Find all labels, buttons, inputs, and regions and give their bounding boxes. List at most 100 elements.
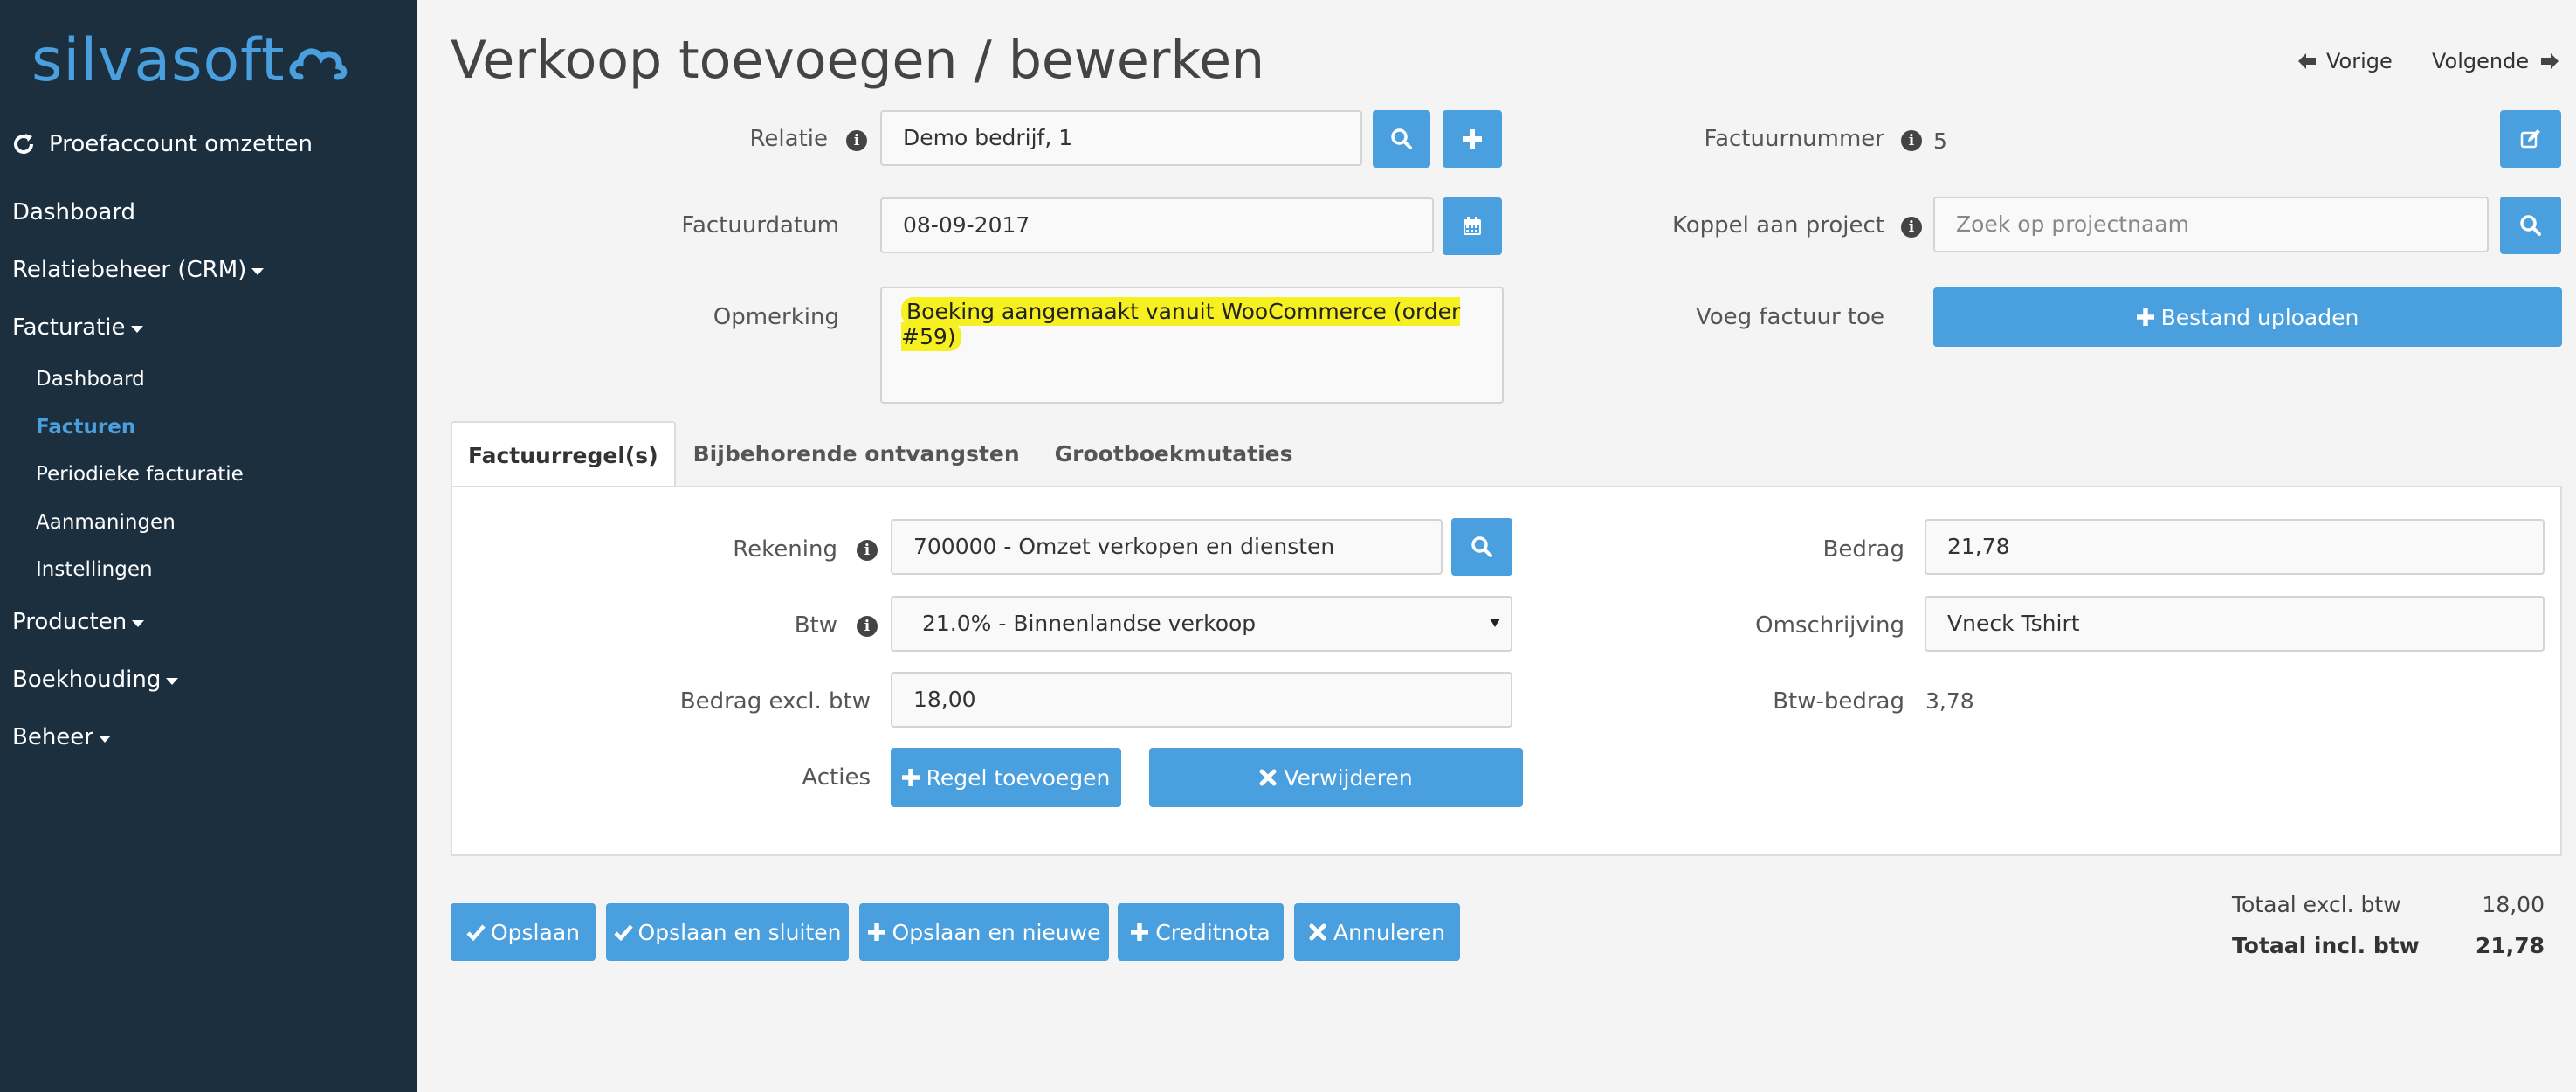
nav-beheer[interactable]: Beheer [12, 724, 111, 750]
creditnota-button[interactable]: Creditnota [1118, 903, 1284, 961]
convert-trial-link[interactable]: Proefaccount omzetten [10, 131, 313, 157]
save-close-button[interactable]: Opslaan en sluiten [606, 903, 849, 961]
omschrijving-label: Omschrijving [1755, 612, 1904, 639]
upload-label: Voeg factuur toe [1695, 304, 1884, 330]
subnav-dashboard[interactable]: Dashboard [36, 368, 145, 390]
info-icon[interactable]: i [1901, 217, 1922, 238]
rekening-search-button[interactable] [1451, 518, 1512, 576]
arrow-left-icon [2298, 53, 2316, 69]
opmerking-label: Opmerking [713, 304, 839, 330]
opmerking-text: Boeking aangemaakt vanuit WooCommerce (o… [901, 297, 1461, 351]
nav-label: Beheer [12, 724, 93, 750]
plus-icon [901, 769, 920, 786]
bedrag-excl-label: Bedrag excl. btw [679, 688, 871, 715]
save-close-label: Opslaan en sluiten [637, 919, 842, 945]
times-icon [1309, 923, 1326, 941]
edit-factuurnummer-button[interactable] [2500, 110, 2561, 168]
omschrijving-input[interactable]: Vneck Tshirt [1925, 596, 2545, 652]
subnav-aanmaningen[interactable]: Aanmaningen [36, 511, 176, 534]
factuurnummer-label: Factuurnummer [1704, 126, 1884, 152]
refresh-icon [14, 134, 33, 154]
info-icon[interactable]: i [857, 540, 878, 561]
info-icon[interactable]: i [846, 130, 867, 151]
project-search-button[interactable] [2500, 197, 2561, 254]
total-incl-value: 21,78 [2475, 933, 2545, 958]
nav-facturatie[interactable]: Facturatie [12, 314, 143, 341]
add-line-label: Regel toevoegen [926, 764, 1111, 791]
check-icon [613, 924, 633, 941]
trial-label: Proefaccount omzetten [49, 131, 313, 157]
btw-bedrag-value: 3,78 [1925, 688, 1974, 714]
next-label: Volgende [2432, 49, 2530, 73]
save-button[interactable]: Opslaan [451, 903, 596, 961]
tab-bijbehorende-ontvangsten[interactable]: Bijbehorende ontvangsten [676, 421, 1037, 487]
subnav-periodieke-facturatie[interactable]: Periodieke facturatie [36, 463, 244, 486]
calendar-button[interactable] [1443, 197, 1502, 255]
nav-label: Boekhouding [12, 667, 162, 693]
caret-down-icon [132, 620, 145, 627]
opmerking-textarea[interactable]: Boeking aangemaakt vanuit WooCommerce (o… [880, 287, 1504, 404]
sidebar: silvasoft Proefaccount omzetten Dashboar… [0, 0, 417, 1092]
factuurdatum-label: Factuurdatum [681, 212, 839, 238]
btw-select[interactable]: 21.0% - Binnenlandse verkoop [891, 596, 1512, 652]
subnav-instellingen[interactable]: Instellingen [36, 558, 153, 581]
bedrag-input[interactable]: 21,78 [1925, 519, 2545, 575]
total-incl-label: Totaal incl. btw [2232, 933, 2420, 958]
cancel-label: Annuleren [1333, 919, 1445, 945]
previous-link[interactable]: Vorige [2297, 49, 2393, 73]
cloud-icon [289, 48, 348, 80]
previous-label: Vorige [2326, 49, 2393, 73]
check-icon [466, 924, 486, 941]
nav-crm[interactable]: Relatiebeheer (CRM) [12, 257, 265, 283]
relatie-search-button[interactable] [1373, 110, 1430, 168]
creditnota-label: Creditnota [1155, 919, 1271, 945]
caret-down-icon [130, 326, 143, 333]
project-label: Koppel aan project [1671, 212, 1884, 238]
relatie-input[interactable]: Demo bedrijf, 1 [880, 110, 1362, 166]
bedrag-excl-input[interactable]: 18,00 [891, 672, 1512, 728]
logo-text: silvasoft [31, 26, 286, 95]
relatie-label: Relatie [749, 126, 828, 152]
plus-icon [2136, 308, 2154, 326]
delete-line-button[interactable]: Verwijderen [1149, 748, 1523, 807]
edit-icon [2520, 129, 2540, 149]
rekening-input[interactable]: 700000 - Omzet verkopen en diensten [891, 519, 1443, 575]
nav-dashboard[interactable]: Dashboard [12, 199, 135, 225]
upload-button[interactable]: Bestand uploaden [1933, 287, 2562, 347]
info-icon[interactable]: i [857, 616, 878, 637]
search-icon [1471, 536, 1492, 557]
next-link[interactable]: Volgende [2432, 49, 2560, 73]
save-new-button[interactable]: Opslaan en nieuwe [859, 903, 1109, 961]
add-line-button[interactable]: Regel toevoegen [891, 748, 1121, 807]
caret-down-icon [251, 268, 265, 275]
main-content: Verkoop toevoegen / bewerken Vorige Volg… [417, 0, 2576, 1092]
cancel-button[interactable]: Annuleren [1294, 903, 1460, 961]
logo[interactable]: silvasoft [31, 26, 348, 95]
plus-icon [1463, 129, 1482, 149]
caret-down-icon [99, 736, 111, 743]
tab-grootboekmutaties[interactable]: Grootboekmutaties [1037, 421, 1311, 487]
save-label: Opslaan [490, 919, 580, 945]
subnav-facturen[interactable]: Facturen [36, 416, 135, 439]
nav-label: Producten [12, 609, 127, 635]
info-icon[interactable]: i [1901, 130, 1922, 151]
search-icon [2520, 215, 2541, 236]
nav-producten[interactable]: Producten [12, 609, 145, 635]
btw-label: Btw [794, 612, 837, 639]
caret-down-icon [166, 678, 179, 685]
chevron-down-icon [1490, 619, 1500, 627]
nav-boekhouding[interactable]: Boekhouding [12, 667, 179, 693]
search-icon [1391, 128, 1412, 149]
tab-factuurregels[interactable]: Factuurregel(s) [451, 421, 676, 489]
project-search-input[interactable]: Zoek op projectnaam [1933, 197, 2489, 252]
delete-line-label: Verwijderen [1284, 764, 1413, 791]
relatie-add-button[interactable] [1443, 110, 1502, 168]
plus-icon [867, 923, 885, 941]
acties-label: Acties [802, 764, 871, 791]
total-excl-value: 18,00 [2482, 892, 2545, 917]
total-excl-label: Totaal excl. btw [2232, 892, 2401, 917]
nav-label: Relatiebeheer (CRM) [12, 257, 247, 283]
factuurdatum-input[interactable]: 08-09-2017 [880, 197, 1434, 253]
nav-label: Dashboard [12, 199, 136, 225]
nav-label: Facturatie [12, 314, 126, 341]
